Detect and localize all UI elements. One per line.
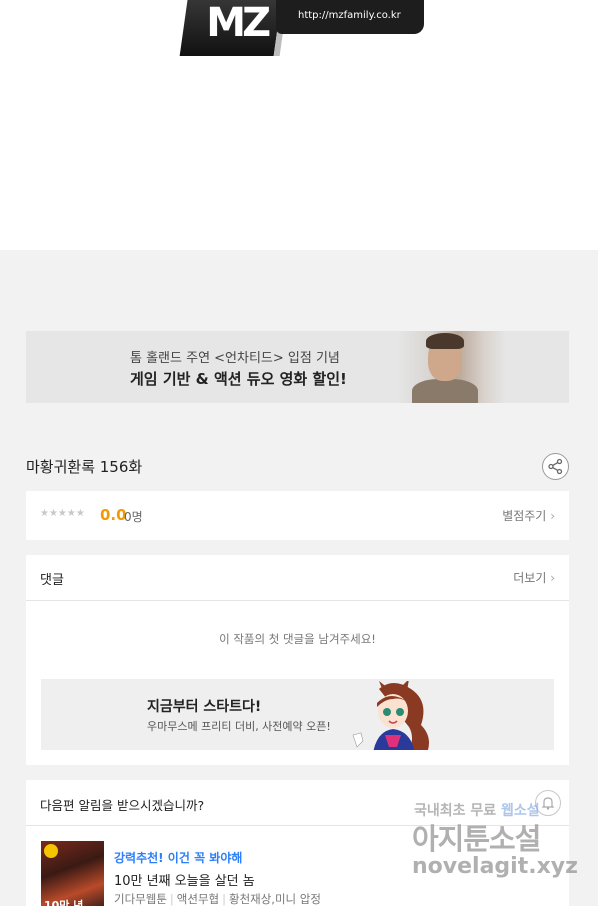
recommended-title-name[interactable]: 10만 년째 오늘을 살던 놈 bbox=[114, 870, 255, 889]
rate-button[interactable]: 별점주기 › bbox=[502, 507, 555, 524]
ad-banner[interactable]: 톰 홀랜드 주연 <언차티드> 입점 기념 게임 기반 & 액션 듀오 영화 할… bbox=[26, 331, 569, 403]
episode-title: 마황귀환록 156화 bbox=[26, 458, 143, 476]
comments-empty-message: 이 작품의 첫 댓글을 남겨주세요! bbox=[219, 632, 376, 646]
comments-more-button[interactable]: 더보기 › bbox=[513, 569, 555, 586]
meta-genre: 액션무협 bbox=[176, 892, 220, 906]
recommended-title-thumbnail[interactable]: 10만 년 bbox=[41, 841, 104, 906]
ad-actor-photo bbox=[398, 331, 506, 403]
ad-subtitle: 톰 홀랜드 주연 <언차티드> 입점 기념 bbox=[130, 351, 340, 366]
comments-more-label: 더보기 bbox=[513, 571, 547, 585]
promo-character-illustration bbox=[352, 681, 429, 750]
meta-category: 기다무웹툰 bbox=[114, 892, 167, 906]
comments-card: 댓글 더보기 › 이 작품의 첫 댓글을 남겨주세요! 지금부터 스타트다! 우… bbox=[26, 555, 569, 765]
rating-count: 0명 bbox=[124, 510, 143, 524]
comments-title: 댓글 bbox=[40, 573, 64, 588]
recommended-title-meta: 기다무웹툰 | 액션무협 | 황천재상,미니 압정 bbox=[114, 892, 321, 906]
chevron-right-icon: › bbox=[550, 509, 555, 523]
next-episode-notify-card: 다음편 알림을 받으시겠습니까? 10만 년 강력추천! 이건 꼭 봐야해 10… bbox=[26, 780, 569, 906]
bell-icon bbox=[541, 797, 555, 810]
share-button[interactable] bbox=[542, 453, 569, 480]
recommendation-tag: 강력추천! 이건 꼭 봐야해 bbox=[114, 851, 243, 865]
thumbnail-caption: 10만 년 bbox=[44, 899, 84, 906]
rate-button-label: 별점주기 bbox=[502, 509, 547, 523]
publisher-logo: MZ . http://mzfamily.co.kr bbox=[178, 0, 424, 60]
game-promo-banner[interactable]: 지금부터 스타트다! 우마무스메 프리티 더비, 사전예약 오픈! bbox=[41, 679, 554, 750]
notify-header: 다음편 알림을 받으시겠습니까? bbox=[26, 780, 569, 826]
chevron-right-icon: › bbox=[550, 571, 555, 585]
meta-authors: 황천재상,미니 압정 bbox=[228, 892, 321, 906]
logo-url-banner: . http://mzfamily.co.kr bbox=[276, 0, 424, 34]
mz-logo-mark: MZ bbox=[179, 0, 289, 56]
logo-url-text: http://mzfamily.co.kr bbox=[298, 10, 401, 21]
notify-question: 다음편 알림을 받으시겠습니까? bbox=[40, 798, 205, 813]
ad-headline: 게임 기반 & 액션 듀오 영화 할인! bbox=[130, 370, 347, 388]
top-content-area: MZ . http://mzfamily.co.kr bbox=[0, 0, 598, 250]
rating-score: 0.0 bbox=[100, 506, 127, 524]
rating-stars[interactable]: ★★★★★ bbox=[40, 508, 85, 519]
promo-title: 지금부터 스타트다! bbox=[147, 699, 262, 715]
notify-bell-button[interactable] bbox=[535, 790, 561, 816]
promo-subtitle: 우마무스메 프리티 더비, 사전예약 오픈! bbox=[147, 720, 331, 733]
share-icon bbox=[548, 458, 563, 475]
rating-card: ★★★★★ 0.0 0명 별점주기 › bbox=[26, 491, 569, 540]
wait-free-clock-icon bbox=[44, 844, 58, 858]
comments-header: 댓글 더보기 › bbox=[26, 555, 569, 601]
